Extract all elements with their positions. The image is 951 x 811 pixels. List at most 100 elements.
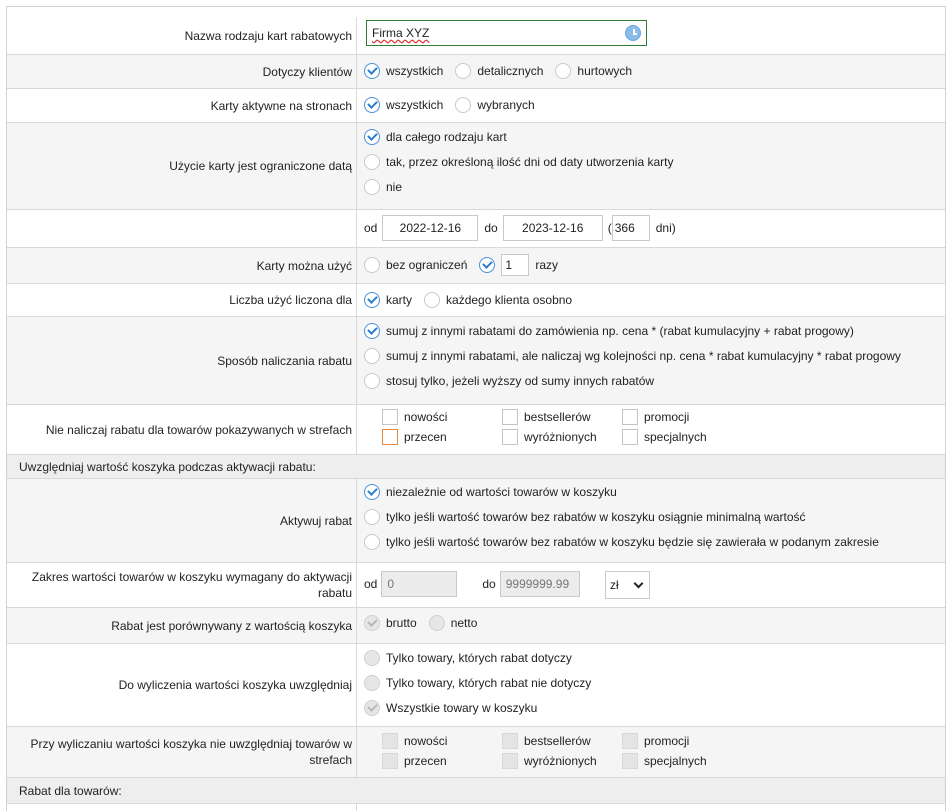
active-all-label: wszystkich [386,98,444,112]
compare-net-label: netto [450,616,478,630]
zone-bestseller-checkbox[interactable] [502,409,518,425]
zone-promo-label: promocji [644,410,690,424]
date-limit-type-radio[interactable] [364,129,380,145]
activate-always-label: niezależnie od wartości towarów w koszyk… [386,485,617,499]
active-selected-radio[interactable] [455,97,472,113]
clients-retail-label: detalicznych [477,64,544,78]
currency-value: zł [610,578,619,592]
cart-calc-not-applies-radio[interactable] [364,675,380,691]
zone-featured-checkbox[interactable] [502,429,518,445]
active-all-radio[interactable] [364,97,380,113]
date-limit-none-radio[interactable] [364,179,380,195]
date-limit-days-radio[interactable] [364,154,380,170]
days-label: dni) [655,221,676,235]
calc-sum-radio[interactable] [364,323,380,339]
cart-calc-not-applies-label: Tylko towary, których rabat nie dotyczy [386,676,592,690]
usage-unlimited-radio[interactable] [364,257,380,273]
date-from-label: od [364,221,378,235]
usage-count-input[interactable] [501,254,530,276]
date-to-input[interactable] [502,215,603,241]
discount-card-form: Nazwa rodzaju kart rabatowych Firma XYZ … [6,6,946,811]
clients-wholesale-label: hurtowych [577,64,633,78]
cart-zone-promo-checkbox[interactable] [622,733,638,749]
date-from-input[interactable] [382,215,479,241]
compare-gross-label: brutto [386,616,417,630]
zone-sale-checkbox[interactable] [382,429,398,445]
cart-zone-bestseller-checkbox[interactable] [502,733,518,749]
clients-all-label: wszystkich [386,64,444,78]
zone-featured-label: wyróżnionych [524,430,597,444]
cart-calc-applies-radio[interactable] [364,650,380,666]
cart-zone-sale-label: przecen [404,754,447,768]
row-compare: Rabat jest porównywany z wartością koszy… [7,608,945,644]
cart-calc-all-label: Wszystkie towary w koszyku [386,701,538,715]
calc-higher-label: stosuj tylko, jeżeli wyższy od sumy inny… [386,374,655,388]
cart-zones-label: Przy wyliczaniu wartości koszyka nie uwz… [7,727,357,777]
cart-zone-special-checkbox[interactable] [622,753,638,769]
compare-net-radio[interactable] [428,615,445,631]
cart-zone-special-label: specjalnych [644,754,707,768]
cart-zone-sale-checkbox[interactable] [382,753,398,769]
row-date-range: od do ( dni) [7,210,945,248]
date-limit-label: Użycie karty jest ograniczone datą [7,123,357,209]
cart-to-input[interactable] [499,571,580,597]
calc-sequence-label: sumuj z innymi rabatami, ale naliczaj wg… [386,349,901,363]
row-products-partial [7,804,945,811]
currency-select[interactable]: zł [605,571,650,599]
cart-to-label: do [482,577,496,591]
usage-count-label: Liczba użyć liczona dla [7,284,357,316]
zone-new-label: nowości [404,410,448,424]
zone-sale-label: przecen [404,430,447,444]
cart-calc-all-radio[interactable] [364,700,380,716]
activate-range-label: tylko jeśli wartość towarów bez rabatów … [386,535,879,549]
zones-label: Nie naliczaj rabatu dla towarów pokazywa… [7,405,357,454]
cart-from-input[interactable] [381,571,458,597]
count-client-radio[interactable] [424,292,441,308]
clients-all-radio[interactable] [364,63,380,79]
activate-min-radio[interactable] [364,509,380,525]
section-cart-value: Uwzględniaj wartość koszyka podczas akty… [7,455,945,479]
date-to-label: do [484,221,498,235]
cart-from-label: od [364,577,378,591]
calc-sequence-radio[interactable] [364,348,380,364]
cart-zone-promo-label: promocji [644,734,690,748]
row-zones: Nie naliczaj rabatu dla towarów pokazywa… [7,405,945,455]
row-usage-count: Liczba użyć liczona dla karty każdego kl… [7,284,945,317]
usage-count-radio[interactable] [479,257,496,273]
card-name-input[interactable]: Firma XYZ [366,20,647,46]
days-input[interactable] [611,215,650,241]
cart-zone-featured-checkbox[interactable] [502,753,518,769]
row-active-pages: Karty aktywne na stronach wszystkich wyb… [7,89,945,123]
zone-promo-checkbox[interactable] [622,409,638,425]
date-limit-days-label: tak, przez określoną ilość dni od daty u… [386,155,674,169]
calc-method-label: Sposób naliczania rabatu [7,317,357,404]
row-cart-calc: Do wyliczenia wartości koszyka uwzględni… [7,644,945,727]
compare-gross-radio[interactable] [364,615,380,631]
active-pages-label: Karty aktywne na stronach [7,89,357,122]
usage-label: Karty można użyć [7,248,357,283]
card-name-label: Nazwa rodzaju kart rabatowych [7,17,357,54]
zone-special-checkbox[interactable] [622,429,638,445]
calc-higher-radio[interactable] [364,373,380,389]
cart-zone-featured-label: wyróżnionych [524,754,597,768]
activate-range-radio[interactable] [364,534,380,550]
row-date-limit: Użycie karty jest ograniczone datą dla c… [7,123,945,210]
card-name-value: Firma XYZ [372,26,430,40]
activate-always-radio[interactable] [364,484,380,500]
clients-wholesale-radio[interactable] [555,63,572,79]
date-limit-type-label: dla całego rodzaju kart [386,130,507,144]
row-card-name: Nazwa rodzaju kart rabatowych Firma XYZ [7,17,945,55]
row-cart-range: Zakres wartości towarów w koszyku wymaga… [7,563,945,608]
compare-label: Rabat jest porównywany z wartością koszy… [7,608,357,643]
zone-new-checkbox[interactable] [382,409,398,425]
section-products: Rabat dla towarów: [7,778,945,804]
zone-special-label: specjalnych [644,430,707,444]
row-usage: Karty można użyć bez ograniczeń razy [7,248,945,284]
clock-icon[interactable] [625,25,641,41]
cart-calc-label: Do wyliczenia wartości koszyka uwzględni… [7,644,357,726]
clients-retail-radio[interactable] [455,63,472,79]
chevron-down-icon [633,578,644,588]
cart-zone-new-checkbox[interactable] [382,733,398,749]
row-cart-zones: Przy wyliczaniu wartości koszyka nie uwz… [7,727,945,778]
count-card-radio[interactable] [364,292,380,308]
